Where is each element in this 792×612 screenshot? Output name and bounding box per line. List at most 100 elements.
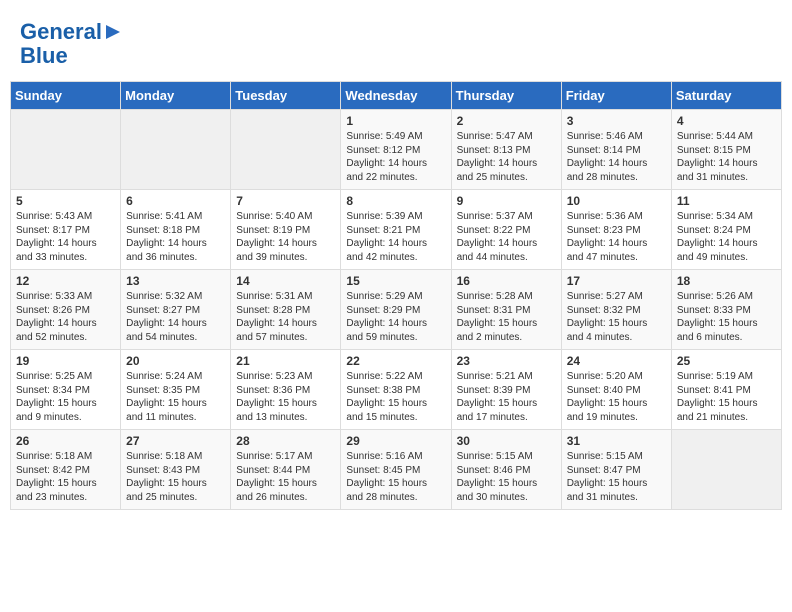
day-info: Sunrise: 5:16 AM Sunset: 8:45 PM Dayligh… xyxy=(346,450,445,504)
day-number: 28 xyxy=(236,434,335,448)
calendar-day-cell: 27 Sunrise: 5:18 AM Sunset: 8:43 PM Dayli… xyxy=(121,430,231,510)
day-number: 2 xyxy=(457,114,556,128)
day-number: 9 xyxy=(457,194,556,208)
day-info: Sunrise: 5:22 AM Sunset: 8:38 PM Dayligh… xyxy=(346,370,445,424)
day-number: 17 xyxy=(567,274,666,288)
day-number: 12 xyxy=(16,274,115,288)
calendar-day-cell: 31 Sunrise: 5:15 AM Sunset: 8:47 PM Dayli… xyxy=(561,430,671,510)
calendar-day-cell: 13Sunrise: 5:32 AM Sunset: 8:27 PM Dayli… xyxy=(121,270,231,350)
page-header: General Blue xyxy=(10,10,782,73)
day-info: Sunrise: 5:24 AM Sunset: 8:35 PM Dayligh… xyxy=(126,370,225,424)
day-number: 13 xyxy=(126,274,225,288)
calendar-day-cell: 20Sunrise: 5:24 AM Sunset: 8:35 PM Dayli… xyxy=(121,350,231,430)
day-info: Sunrise: 5:21 AM Sunset: 8:39 PM Dayligh… xyxy=(457,370,556,424)
day-info: Sunrise: 5:37 AM Sunset: 8:22 PM Dayligh… xyxy=(457,210,556,264)
day-info: Sunrise: 5:41 AM Sunset: 8:18 PM Dayligh… xyxy=(126,210,225,264)
logo: General Blue xyxy=(20,20,122,68)
calendar-week-row: 5Sunrise: 5:43 AM Sunset: 8:17 PM Daylig… xyxy=(11,190,782,270)
calendar-day-cell: 11 Sunrise: 5:34 AM Sunset: 8:24 PM Dayli… xyxy=(671,190,781,270)
day-info: Sunrise: 5:28 AM Sunset: 8:31 PM Dayligh… xyxy=(457,290,556,344)
weekday-header-cell: Saturday xyxy=(671,82,781,110)
calendar-day-cell: 14 Sunrise: 5:31 AM Sunset: 8:28 PM Dayli… xyxy=(231,270,341,350)
day-info: Sunrise: 5:33 AM Sunset: 8:26 PM Dayligh… xyxy=(16,290,115,344)
day-number: 23 xyxy=(457,354,556,368)
day-info: Sunrise: 5:34 AM Sunset: 8:24 PM Dayligh… xyxy=(677,210,776,264)
logo-arrow-icon xyxy=(104,23,122,41)
calendar-day-cell: 1 Sunrise: 5:49 AM Sunset: 8:12 PM Daylig… xyxy=(341,110,451,190)
day-info: Sunrise: 5:20 AM Sunset: 8:40 PM Dayligh… xyxy=(567,370,666,424)
day-info: Sunrise: 5:18 AM Sunset: 8:42 PM Dayligh… xyxy=(16,450,115,504)
day-number: 27 xyxy=(126,434,225,448)
calendar-day-cell: 16 Sunrise: 5:28 AM Sunset: 8:31 PM Dayli… xyxy=(451,270,561,350)
calendar-day-cell: 28Sunrise: 5:17 AM Sunset: 8:44 PM Dayli… xyxy=(231,430,341,510)
day-info: Sunrise: 5:25 AM Sunset: 8:34 PM Dayligh… xyxy=(16,370,115,424)
weekday-header-cell: Monday xyxy=(121,82,231,110)
day-info: Sunrise: 5:36 AM Sunset: 8:23 PM Dayligh… xyxy=(567,210,666,264)
calendar-week-row: 26Sunrise: 5:18 AM Sunset: 8:42 PM Dayli… xyxy=(11,430,782,510)
day-info: Sunrise: 5:44 AM Sunset: 8:15 PM Dayligh… xyxy=(677,130,776,184)
weekday-header-cell: Wednesday xyxy=(341,82,451,110)
weekday-header-cell: Tuesday xyxy=(231,82,341,110)
calendar-day-cell: 8 Sunrise: 5:39 AM Sunset: 8:21 PM Daylig… xyxy=(341,190,451,270)
weekday-header-cell: Thursday xyxy=(451,82,561,110)
calendar-week-row: 19 Sunrise: 5:25 AM Sunset: 8:34 PM Dayli… xyxy=(11,350,782,430)
calendar-day-cell: 7 Sunrise: 5:40 AM Sunset: 8:19 PM Daylig… xyxy=(231,190,341,270)
calendar-day-cell xyxy=(121,110,231,190)
logo-text: General xyxy=(20,20,102,44)
day-number: 4 xyxy=(677,114,776,128)
calendar-day-cell: 19 Sunrise: 5:25 AM Sunset: 8:34 PM Dayli… xyxy=(11,350,121,430)
weekday-header-cell: Sunday xyxy=(11,82,121,110)
calendar-day-cell: 12 Sunrise: 5:33 AM Sunset: 8:26 PM Dayli… xyxy=(11,270,121,350)
day-number: 3 xyxy=(567,114,666,128)
day-info: Sunrise: 5:26 AM Sunset: 8:33 PM Dayligh… xyxy=(677,290,776,344)
logo-blue-text: Blue xyxy=(20,44,68,68)
day-info: Sunrise: 5:15 AM Sunset: 8:46 PM Dayligh… xyxy=(457,450,556,504)
day-info: Sunrise: 5:29 AM Sunset: 8:29 PM Dayligh… xyxy=(346,290,445,344)
calendar-day-cell: 9 Sunrise: 5:37 AM Sunset: 8:22 PM Daylig… xyxy=(451,190,561,270)
day-info: Sunrise: 5:39 AM Sunset: 8:21 PM Dayligh… xyxy=(346,210,445,264)
day-number: 24 xyxy=(567,354,666,368)
day-info: Sunrise: 5:47 AM Sunset: 8:13 PM Dayligh… xyxy=(457,130,556,184)
calendar-day-cell: 15 Sunrise: 5:29 AM Sunset: 8:29 PM Dayli… xyxy=(341,270,451,350)
day-number: 18 xyxy=(677,274,776,288)
calendar-day-cell: 10Sunrise: 5:36 AM Sunset: 8:23 PM Dayli… xyxy=(561,190,671,270)
calendar-day-cell xyxy=(231,110,341,190)
calendar-week-row: 12 Sunrise: 5:33 AM Sunset: 8:26 PM Dayli… xyxy=(11,270,782,350)
calendar-day-cell xyxy=(671,430,781,510)
calendar-day-cell: 23 Sunrise: 5:21 AM Sunset: 8:39 PM Dayli… xyxy=(451,350,561,430)
day-info: Sunrise: 5:27 AM Sunset: 8:32 PM Dayligh… xyxy=(567,290,666,344)
calendar-day-cell: 26Sunrise: 5:18 AM Sunset: 8:42 PM Dayli… xyxy=(11,430,121,510)
calendar-day-cell: 4 Sunrise: 5:44 AM Sunset: 8:15 PM Daylig… xyxy=(671,110,781,190)
calendar-day-cell: 2 Sunrise: 5:47 AM Sunset: 8:13 PM Daylig… xyxy=(451,110,561,190)
day-info: Sunrise: 5:49 AM Sunset: 8:12 PM Dayligh… xyxy=(346,130,445,184)
day-number: 25 xyxy=(677,354,776,368)
day-number: 19 xyxy=(16,354,115,368)
day-info: Sunrise: 5:15 AM Sunset: 8:47 PM Dayligh… xyxy=(567,450,666,504)
day-info: Sunrise: 5:46 AM Sunset: 8:14 PM Dayligh… xyxy=(567,130,666,184)
calendar-day-cell: 18 Sunrise: 5:26 AM Sunset: 8:33 PM Dayli… xyxy=(671,270,781,350)
day-number: 14 xyxy=(236,274,335,288)
day-number: 30 xyxy=(457,434,556,448)
day-info: Sunrise: 5:31 AM Sunset: 8:28 PM Dayligh… xyxy=(236,290,335,344)
day-number: 6 xyxy=(126,194,225,208)
day-number: 8 xyxy=(346,194,445,208)
calendar-day-cell: 22Sunrise: 5:22 AM Sunset: 8:38 PM Dayli… xyxy=(341,350,451,430)
day-number: 21 xyxy=(236,354,335,368)
day-number: 15 xyxy=(346,274,445,288)
calendar-day-cell: 17 Sunrise: 5:27 AM Sunset: 8:32 PM Dayli… xyxy=(561,270,671,350)
day-number: 7 xyxy=(236,194,335,208)
calendar-day-cell xyxy=(11,110,121,190)
day-info: Sunrise: 5:40 AM Sunset: 8:19 PM Dayligh… xyxy=(236,210,335,264)
calendar-day-cell: 6 Sunrise: 5:41 AM Sunset: 8:18 PM Daylig… xyxy=(121,190,231,270)
calendar-day-cell: 29 Sunrise: 5:16 AM Sunset: 8:45 PM Dayli… xyxy=(341,430,451,510)
day-number: 11 xyxy=(677,194,776,208)
day-info: Sunrise: 5:18 AM Sunset: 8:43 PM Dayligh… xyxy=(126,450,225,504)
calendar-week-row: 1 Sunrise: 5:49 AM Sunset: 8:12 PM Daylig… xyxy=(11,110,782,190)
calendar-day-cell: 5Sunrise: 5:43 AM Sunset: 8:17 PM Daylig… xyxy=(11,190,121,270)
day-info: Sunrise: 5:43 AM Sunset: 8:17 PM Dayligh… xyxy=(16,210,115,264)
day-number: 1 xyxy=(346,114,445,128)
calendar-day-cell: 24 Sunrise: 5:20 AM Sunset: 8:40 PM Dayli… xyxy=(561,350,671,430)
day-number: 31 xyxy=(567,434,666,448)
day-number: 29 xyxy=(346,434,445,448)
day-number: 16 xyxy=(457,274,556,288)
